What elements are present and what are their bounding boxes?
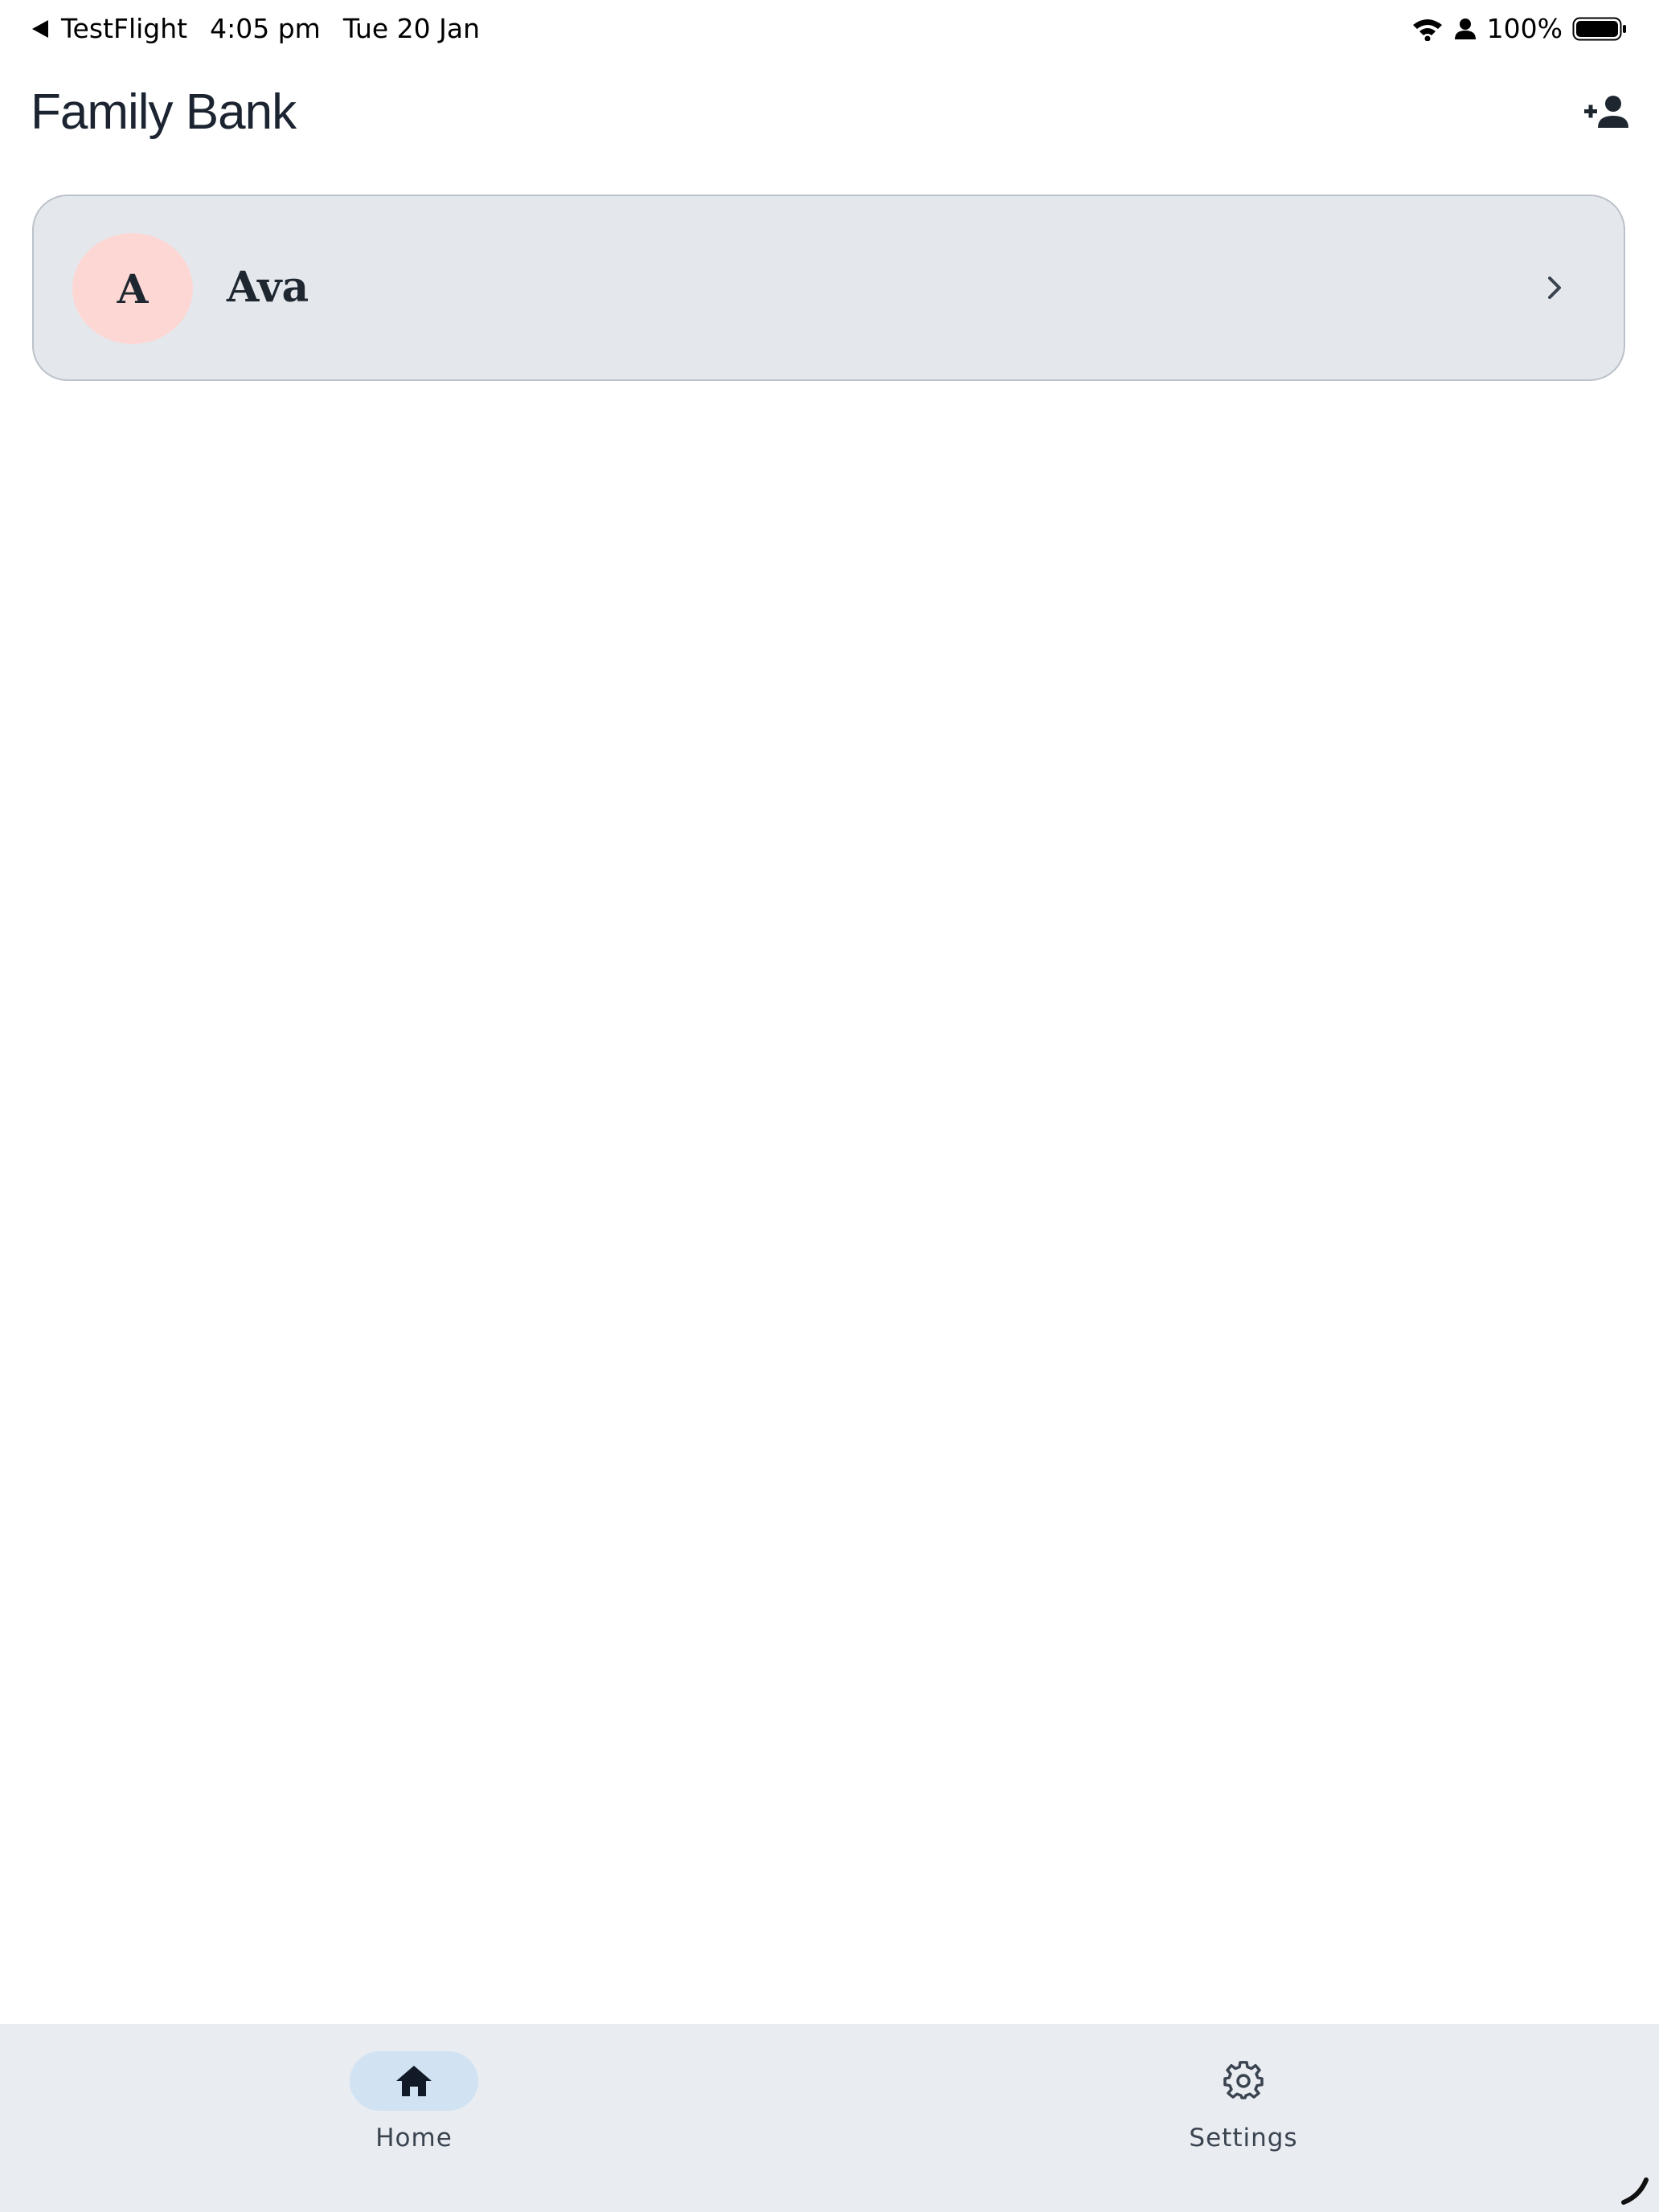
person-add-icon bbox=[1584, 96, 1628, 128]
chevron-right-icon bbox=[1548, 276, 1561, 299]
back-app-link[interactable]: TestFlight bbox=[61, 13, 187, 44]
wifi-icon bbox=[1412, 18, 1442, 41]
page-title: Family Bank bbox=[31, 84, 297, 140]
status-bar: TestFlight 4:05 pm Tue 20 Jan 100% bbox=[0, 0, 1659, 59]
battery-icon bbox=[1572, 17, 1626, 40]
home-icon bbox=[396, 2066, 432, 2096]
status-left: TestFlight 4:05 pm Tue 20 Jan bbox=[32, 13, 480, 44]
nav-item-home[interactable]: Home bbox=[317, 2051, 510, 2164]
bottom-nav: Home Settings bbox=[0, 2024, 1659, 2212]
nav-item-settings[interactable]: Settings bbox=[1147, 2051, 1340, 2164]
gear-icon bbox=[1223, 2061, 1264, 2099]
child-card[interactable]: A Ava bbox=[32, 195, 1625, 381]
avatar: A bbox=[72, 233, 193, 344]
status-date: Tue 20 Jan bbox=[342, 13, 481, 44]
battery-percent: 100% bbox=[1486, 13, 1563, 44]
resize-corner-icon bbox=[1621, 2177, 1649, 2205]
nav-label-settings: Settings bbox=[1189, 2124, 1298, 2153]
status-time: 4:05 pm bbox=[210, 13, 321, 44]
child-name: Ava bbox=[227, 263, 309, 312]
status-right: 100% bbox=[1411, 13, 1627, 44]
add-child-button[interactable] bbox=[1579, 84, 1635, 140]
nav-settings-indicator bbox=[1179, 2051, 1308, 2111]
nav-home-indicator bbox=[350, 2051, 478, 2111]
back-arrow-icon[interactable] bbox=[32, 19, 48, 38]
nav-label-home: Home bbox=[375, 2124, 453, 2153]
person-icon bbox=[1454, 18, 1476, 39]
